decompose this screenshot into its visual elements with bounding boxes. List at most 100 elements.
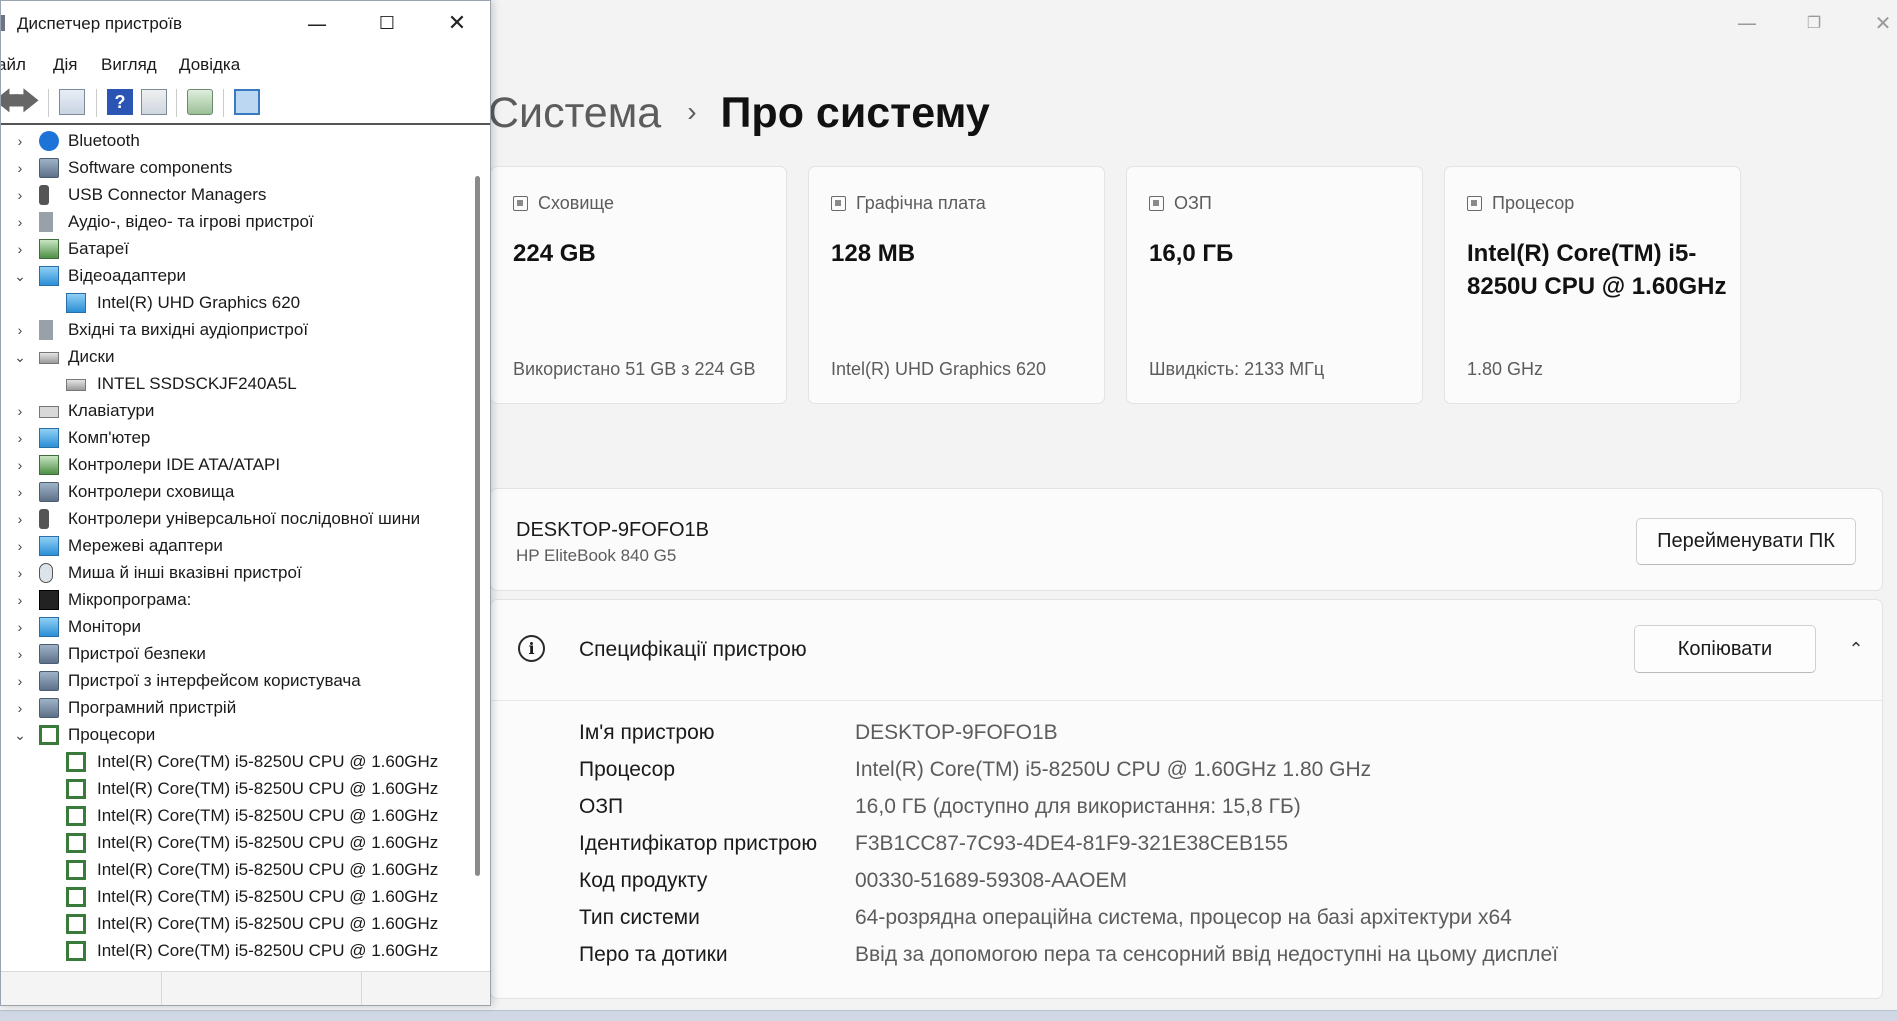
device-name-panel: DESKTOP-9FOFO1B HP EliteBook 840 G5 Пере… xyxy=(490,488,1883,591)
device-specs-title: Специфікації пристрою xyxy=(579,638,807,661)
chevron-right-icon[interactable]: › xyxy=(13,213,27,231)
device-specs-header[interactable]: i Специфікації пристрою Копіювати ⌃ xyxy=(491,600,1882,701)
chevron-right-icon[interactable]: › xyxy=(13,591,27,609)
display-adapter-icon xyxy=(39,266,59,286)
security-device-icon xyxy=(39,644,59,664)
device-manager-app-icon xyxy=(1,15,5,31)
menu-file[interactable]: айл xyxy=(1,55,26,75)
card-title: Процесор xyxy=(1492,193,1575,213)
tree-label: Intel(R) Core(TM) i5-8250U CPU @ 1.60GHz xyxy=(97,887,439,906)
card-title: ОЗП xyxy=(1174,193,1212,213)
tree-scrollbar[interactable] xyxy=(471,128,485,968)
tree-label: Мікропрограма: xyxy=(68,590,192,609)
settings-minimize-button[interactable]: — xyxy=(1730,10,1764,36)
maximize-button[interactable]: ☐ xyxy=(367,9,407,39)
card-value: Intel(R) Core(TM) i5-8250U CPU @ 1.60GHz xyxy=(1467,240,1727,300)
status-cell xyxy=(1,972,162,1005)
toolbar-separator xyxy=(176,89,177,117)
chevron-right-icon[interactable]: › xyxy=(13,402,27,420)
software-device-icon xyxy=(39,698,59,718)
processor-card[interactable]: Процесор Intel(R) Core(TM) i5-8250U CPU … xyxy=(1444,166,1741,404)
chevron-right-icon[interactable]: › xyxy=(13,618,27,636)
chevron-down-icon[interactable]: ⌄ xyxy=(13,267,27,285)
storage-card[interactable]: Сховище 224 GB Використано 51 GB з 224 G… xyxy=(490,166,787,404)
chevron-right-icon[interactable]: › xyxy=(13,483,27,501)
spec-label: Ім'я пристрою xyxy=(579,721,715,744)
settings-maximize-button[interactable]: ❐ xyxy=(1797,10,1831,36)
card-subtext: 1.80 GHz xyxy=(1467,359,1544,379)
help-icon[interactable]: ? xyxy=(107,89,133,115)
chevron-right-icon[interactable]: › xyxy=(13,510,27,528)
tree-label: Відеоадаптери xyxy=(68,266,186,285)
spec-value: F3B1CC87-7C93-4DE4-81F9-321E38CEB155 xyxy=(855,832,1289,855)
scan-hardware-icon[interactable] xyxy=(187,89,213,115)
breadcrumb-parent-link[interactable]: Система xyxy=(488,89,661,137)
tree-label: Контролери сховища xyxy=(68,482,235,501)
tree-label: Пристрої безпеки xyxy=(68,644,206,663)
forward-arrow-icon[interactable]: 🡆 xyxy=(13,88,40,115)
chevron-right-icon[interactable]: › xyxy=(13,672,27,690)
status-cell xyxy=(161,972,362,1005)
tree-label: Клавіатури xyxy=(68,401,155,420)
chevron-right-icon[interactable]: › xyxy=(13,159,27,177)
keyboard-icon xyxy=(39,406,59,418)
chevron-right-icon[interactable]: › xyxy=(13,537,27,555)
spec-value: 16,0 ГБ (доступно для використання: 15,8… xyxy=(855,795,1301,818)
tree-label: Bluetooth xyxy=(68,131,140,150)
chevron-down-icon[interactable]: ⌄ xyxy=(13,348,27,366)
show-hide-pane-icon[interactable] xyxy=(141,89,167,115)
spec-value: Ввід за допомогою пера та сенсорний ввід… xyxy=(855,943,1559,966)
properties-icon[interactable] xyxy=(59,89,85,115)
device-manager-window: Диспетчер пристроїв — ☐ ✕ айл Дія Вигляд… xyxy=(0,0,491,1006)
processor-icon xyxy=(66,941,86,961)
mouse-icon xyxy=(39,563,53,583)
card-subtext: Intel(R) UHD Graphics 620 xyxy=(831,359,1047,379)
disk-icon xyxy=(39,352,59,364)
chevron-right-icon[interactable]: › xyxy=(13,429,27,447)
usb-icon xyxy=(39,509,49,529)
processor-icon xyxy=(66,833,86,853)
card-value: 128 MB xyxy=(831,240,916,267)
rename-pc-button[interactable]: Перейменувати ПК xyxy=(1636,518,1856,565)
menu-view[interactable]: Вигляд xyxy=(101,55,157,75)
chevron-right-icon[interactable]: › xyxy=(13,645,27,663)
copy-button[interactable]: Копіювати xyxy=(1634,625,1816,673)
chevron-up-icon[interactable]: ⌃ xyxy=(1841,634,1871,664)
card-subtext: Використано 51 GB з 224 GB xyxy=(513,359,756,379)
chevron-down-icon[interactable]: ⌄ xyxy=(13,726,27,744)
menu-help[interactable]: Довідка xyxy=(179,55,240,75)
spec-label: Ідентифікатор пристрою xyxy=(579,832,818,855)
monitor-icon[interactable] xyxy=(234,89,260,115)
menu-action[interactable]: Дія xyxy=(53,55,78,75)
tree-label: Intel(R) Core(TM) i5-8250U CPU @ 1.60GHz xyxy=(97,860,439,879)
chevron-right-icon[interactable]: › xyxy=(13,186,27,204)
spec-value: 64-розрядна операційна система, процесор… xyxy=(855,906,1512,929)
minimize-button[interactable]: — xyxy=(297,9,337,39)
title-bar[interactable]: Диспетчер пристроїв — ☐ ✕ xyxy=(1,1,490,47)
chevron-right-icon[interactable]: › xyxy=(13,699,27,717)
battery-icon xyxy=(39,239,59,259)
chevron-right-icon[interactable]: › xyxy=(13,456,27,474)
settings-close-button[interactable]: ✕ xyxy=(1866,10,1897,36)
gpu-icon xyxy=(831,196,846,211)
chevron-right-icon[interactable]: › xyxy=(13,321,27,339)
disk-icon xyxy=(66,379,86,391)
card-value: 16,0 ГБ xyxy=(1149,240,1234,267)
speaker-icon xyxy=(39,212,53,232)
tree-label: Монітори xyxy=(68,617,141,636)
storage-controller-icon xyxy=(39,482,59,502)
chevron-right-icon[interactable]: › xyxy=(13,564,27,582)
bluetooth-icon xyxy=(39,131,59,151)
tree-label: Комп'ютер xyxy=(68,428,151,447)
chevron-right-icon[interactable]: › xyxy=(13,240,27,258)
tree-label: Intel(R) Core(TM) i5-8250U CPU @ 1.60GHz xyxy=(97,752,439,771)
chevron-right-icon[interactable]: › xyxy=(13,132,27,150)
graphics-card[interactable]: Графічна плата 128 MB Intel(R) UHD Graph… xyxy=(808,166,1105,404)
ram-card[interactable]: ОЗП 16,0 ГБ Швидкість: 2133 МГц xyxy=(1126,166,1423,404)
close-button[interactable]: ✕ xyxy=(437,9,477,39)
scrollbar-thumb[interactable] xyxy=(475,176,480,876)
tree-label: Intel(R) Core(TM) i5-8250U CPU @ 1.60GHz xyxy=(97,914,439,933)
cpu-icon xyxy=(1467,196,1482,211)
device-tree: › Bluetooth › Software components › USB Conne… xyxy=(1,128,471,968)
card-subtext: Швидкість: 2133 МГц xyxy=(1149,359,1325,379)
